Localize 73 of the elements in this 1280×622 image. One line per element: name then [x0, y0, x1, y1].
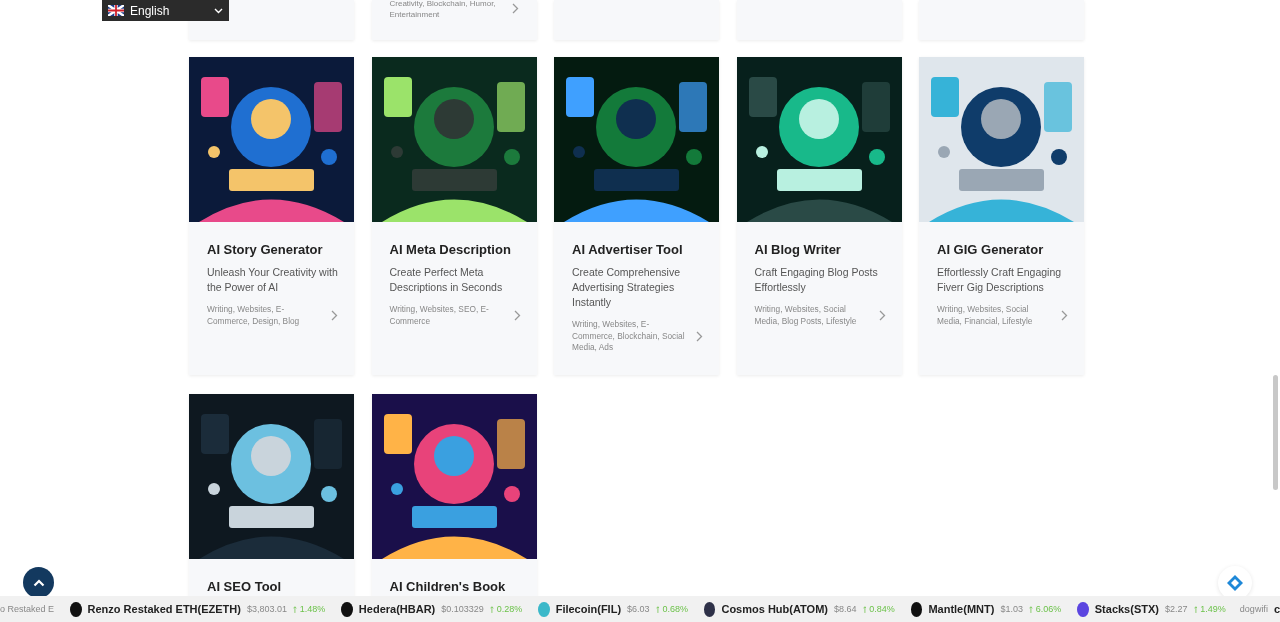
coin-price: $0.103329 [441, 604, 484, 614]
coin-change: 0.68% [662, 604, 688, 614]
card-tags: Writing, Websites, Social Media, Financial, Lifestyle [937, 304, 1053, 327]
chat-widget-button[interactable] [1218, 566, 1252, 596]
tool-card[interactable]: AI Blog Writer Craft Engaging Blog Posts Effortlessly Writing, Websites, Social Media, Blog Posts, Lifestyle [736, 57, 902, 375]
ticker-text: c [1273, 603, 1280, 615]
card-title: AI GIG Generator [937, 242, 1045, 257]
coin-name: Hedera(HBAR) [358, 603, 436, 615]
ticker-text: o Restaked E [0, 604, 55, 614]
card-description: Effortlessly Craft Engaging Fiverr Gig Descriptions [937, 265, 1063, 295]
scroll-top-button[interactable] [23, 567, 54, 596]
arrow-up-icon [862, 604, 867, 614]
coin-icon [1077, 601, 1089, 617]
chevron-right-icon [1061, 310, 1068, 321]
scrollbar-thumb[interactable] [1273, 375, 1278, 490]
coin-icon [538, 601, 550, 617]
tool-card[interactable]: AI Story Generator Unleash Your Creativity with the Power of AI Writing, Websites, E-Commerce, Design, Blog [189, 57, 354, 375]
coin-change: 0.28% [496, 604, 523, 614]
coin-name: Mantle(MNT) [928, 603, 995, 615]
coin-name: Renzo Restaked ETH(EZETH) [87, 603, 241, 615]
coin-price: $2.27 [1164, 604, 1188, 614]
coin-price: $3,803.01 [246, 604, 287, 614]
chevron-right-icon [331, 310, 338, 321]
card-title: AI Advertiser Tool [572, 242, 684, 257]
coin-icon [703, 601, 716, 617]
coin-icon [341, 601, 353, 617]
card-tags: Writing, Websites, E-Commerce, Blockchain, Social Media, Ads [572, 319, 688, 354]
coin-change: 6.06% [1035, 604, 1062, 614]
tool-card[interactable]: AI SEO Tool [189, 394, 354, 596]
arrow-up-icon [655, 604, 660, 614]
coin-name: Stacks(STX) [1094, 603, 1159, 615]
card-tags: Writing, Websites, E-Commerce, Design, Blog [207, 304, 323, 327]
card-tags: Creativity, Blockchain, Humor, Entertainment [389, 0, 502, 20]
card-title: AI Children's Book [389, 579, 507, 594]
card-description: Create Comprehensive Advertising Strategies Instantly [572, 265, 681, 310]
coin-name: Cosmos Hub(ATOM) [721, 603, 828, 615]
tool-card[interactable]: AI Advertiser Tool Create Comprehensive Advertising Strategies Instantly Writing, Websites, E-Commerce, Blockchain, Social Media, Ads [554, 57, 719, 375]
arrow-up-icon [1193, 604, 1198, 614]
card-description: Create Perfect Meta Descriptions in Seconds [389, 265, 504, 295]
chevron-up-icon [32, 578, 45, 587]
card-title: AI Meta Description [389, 242, 512, 257]
card-title: AI Blog Writer [754, 242, 842, 257]
arrow-up-icon [489, 604, 494, 614]
coin-name: Filecoin(FIL) [555, 603, 622, 615]
coin-change: 0.84% [869, 604, 895, 614]
coin-icon [70, 601, 82, 617]
chevron-down-icon [214, 7, 223, 14]
tool-card[interactable]: AI Meta Description Create Perfect Meta Descriptions in Seconds Writing, Websites, SEO, E-Commerce [371, 57, 537, 375]
chevron-right-icon [513, 310, 521, 321]
card-description: Craft Engaging Blog Posts Effortlessly [754, 265, 879, 295]
broken-image-text: dogwifi [1239, 604, 1268, 614]
coin-price: $8.64 [834, 604, 857, 614]
chevron-right-icon [878, 310, 886, 321]
arrow-up-icon [293, 604, 297, 614]
coin-icon [910, 601, 923, 617]
coin-change: 1.48% [299, 604, 326, 614]
chevron-right-icon [511, 3, 519, 14]
card-tags: Writing, Websites, SEO, E-Commerce [389, 304, 506, 327]
coin-price: $6.03 [627, 604, 650, 614]
card-tags: Writing, Websites, Social Media, Blog Posts, Lifestyle [754, 304, 871, 327]
flag-icon [108, 5, 124, 16]
card-title: AI SEO Tool [207, 579, 283, 594]
tool-card[interactable]: AI Children's Book [371, 394, 537, 596]
card-description: Unleash Your Creativity with the Power of AI [207, 265, 338, 295]
tool-card[interactable]: Creativity, Blockchain, Humor, Entertainment [371, 0, 537, 40]
chevron-right-icon [696, 330, 703, 342]
diamond-logo-icon [1226, 574, 1244, 592]
language-menu[interactable]: English [102, 0, 229, 21]
arrow-up-icon [1028, 604, 1033, 614]
tool-card[interactable]: AI GIG Generator Effortlessly Craft Engaging Fiverr Gig Descriptions Writing, Websites, Social Media, Financial, Lifestyle [919, 57, 1084, 375]
card-title: AI Story Generator [207, 242, 324, 257]
coin-price: $1.03 [1000, 604, 1023, 614]
coin-change: 1.49% [1200, 604, 1226, 614]
